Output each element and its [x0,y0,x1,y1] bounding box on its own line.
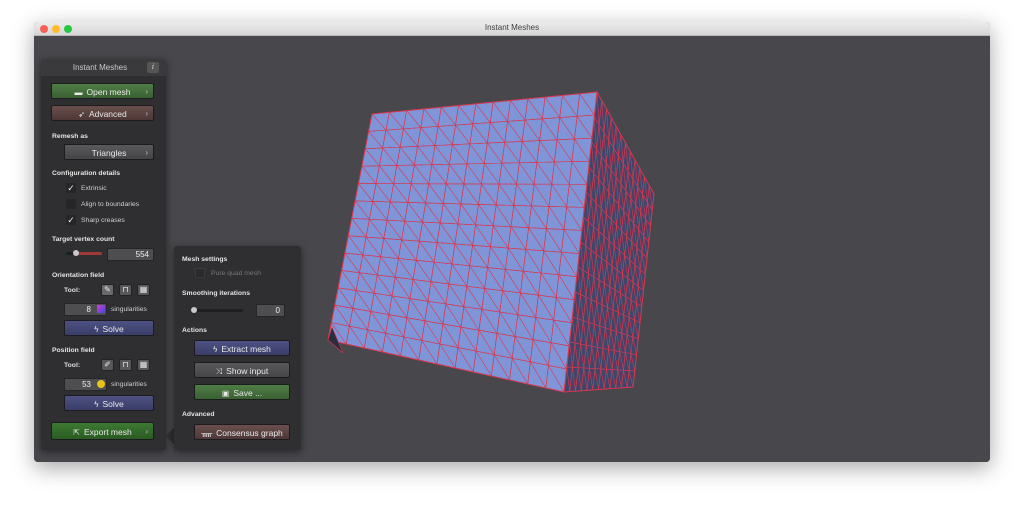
orientation-solve-button[interactable]: ϟ Solve [64,320,154,336]
mesh-viewport[interactable]: Instant Meshes i ▬ Open mesh › ➶ Advanced … [34,37,990,462]
smoothing-slider-knob[interactable] [191,307,197,313]
smoothing-iterations-label: Smoothing iterations [182,290,250,297]
panel-title: Instant Meshes [72,63,128,72]
orientation-singularities-label: singularities [111,306,147,313]
share-icon: ⇱ [73,428,80,437]
consensus-graph-button[interactable]: ᚅ Consensus graph [194,424,290,440]
bolt-icon: ϟ [94,325,99,334]
pen-icon: ✐ [104,360,111,369]
remesh-as-dropdown[interactable]: Triangles › [64,144,154,160]
export-mesh-label: Export mesh [83,427,132,437]
comb-icon: ⊓ [122,360,129,369]
info-icon[interactable]: i [147,62,159,73]
extract-mesh-label: Extract mesh [221,344,271,354]
target-vertex-count-label: Target vertex count [52,236,115,243]
comb-icon: ⊓ [122,285,129,294]
open-mesh-button[interactable]: ▬ Open mesh › [51,83,154,99]
brush-icon: ✎ [104,285,111,294]
orientation-stamp-tool[interactable]: ▦ [137,284,150,296]
target-vertex-count-field[interactable]: 554 [107,248,154,261]
smoothing-iterations-field[interactable]: 0 [256,304,285,317]
target-vertex-slider-fill [77,252,102,255]
title-bar: Instant Meshes [34,22,990,36]
extrinsic-label: Extrinsic [81,185,107,192]
position-comb-tool[interactable]: ⊓ [119,359,132,371]
chevron-right-icon: › [145,427,148,436]
stamp-icon: ▦ [139,285,148,294]
advanced-button[interactable]: ➶ Advanced › [51,105,154,121]
smoothing-slider[interactable] [193,309,243,312]
save-label: Save ... [233,388,263,398]
mesh-front-face [327,91,598,393]
actions-label: Actions [182,327,207,334]
stamp-icon: ▦ [139,360,148,369]
orientation-brush-tool[interactable]: ✎ [101,284,114,296]
shuffle-icon: ⤨ [215,367,223,376]
pure-quad-label: Pure quad mesh [211,270,261,277]
remesh-as-value: Triangles [91,148,127,158]
orientation-solve-label: Solve [102,324,124,334]
config-details-label: Configuration details [52,170,120,177]
chevron-right-icon: › [145,87,148,96]
mesh-settings-label: Mesh settings [182,256,228,263]
open-mesh-label: Open mesh [86,87,131,97]
advanced-label: Advanced [88,109,127,119]
extract-mesh-button[interactable]: ϟ Extract mesh [194,340,290,356]
chevron-right-icon: › [145,109,148,118]
target-vertex-slider-knob[interactable] [73,250,79,256]
app-window: Instant Meshes Instant Meshes i ▬ Open me… [34,22,990,462]
panel-header: Instant Meshes i [41,59,166,76]
sharp-creases-label: Sharp creases [81,217,125,224]
folder-icon: ▬ [74,88,83,97]
position-stamp-tool[interactable]: ▦ [137,359,150,371]
position-singularities-label: singularities [111,381,147,388]
consensus-graph-label: Consensus graph [216,428,283,438]
advanced-section-label: Advanced [182,411,215,418]
check-icon: ✓ [67,215,75,225]
align-boundaries-label: Align to boundaries [81,201,140,208]
floppy-icon: ▣ [221,389,230,398]
popup-pointer [165,428,174,444]
position-solve-button[interactable]: ϟ Solve [64,395,154,411]
orientation-singularity-color-icon [97,305,105,313]
orientation-tool-label: Tool: [64,287,81,294]
pure-quad-checkbox[interactable] [195,268,205,278]
remesh-as-label: Remesh as [52,133,88,140]
position-pen-tool[interactable]: ✐ [101,359,114,371]
position-field-label: Position field [52,347,95,354]
bolt-icon: ϟ [94,400,99,409]
save-button[interactable]: ▣ Save ... [194,384,290,400]
export-mesh-button[interactable]: ⇱ Export mesh › [51,422,154,440]
position-singularity-color-icon [97,380,105,388]
orientation-comb-tool[interactable]: ⊓ [119,284,132,296]
position-tool-label: Tool: [64,362,81,369]
check-icon: ✓ [67,183,75,193]
align-boundaries-checkbox[interactable] [66,199,76,209]
orientation-field-label: Orientation field [52,272,105,279]
export-panel: Mesh settings Pure quad mesh Smoothing i… [174,246,301,450]
show-input-label: Show input [226,366,269,376]
show-input-button[interactable]: ⤨ Show input [194,362,290,378]
chevron-right-icon: › [145,148,148,157]
main-panel: Instant Meshes i ▬ Open mesh › ➶ Advanced … [41,59,166,450]
window-title: Instant Meshes [484,23,540,32]
bolt-icon: ϟ [213,345,218,354]
extrinsic-checkbox[interactable]: ✓ [66,183,76,193]
sitemap-icon: ᚅ [201,429,213,438]
rocket-icon: ➶ [78,110,85,119]
position-solve-label: Solve [102,399,124,409]
sharp-creases-checkbox[interactable]: ✓ [66,215,76,225]
